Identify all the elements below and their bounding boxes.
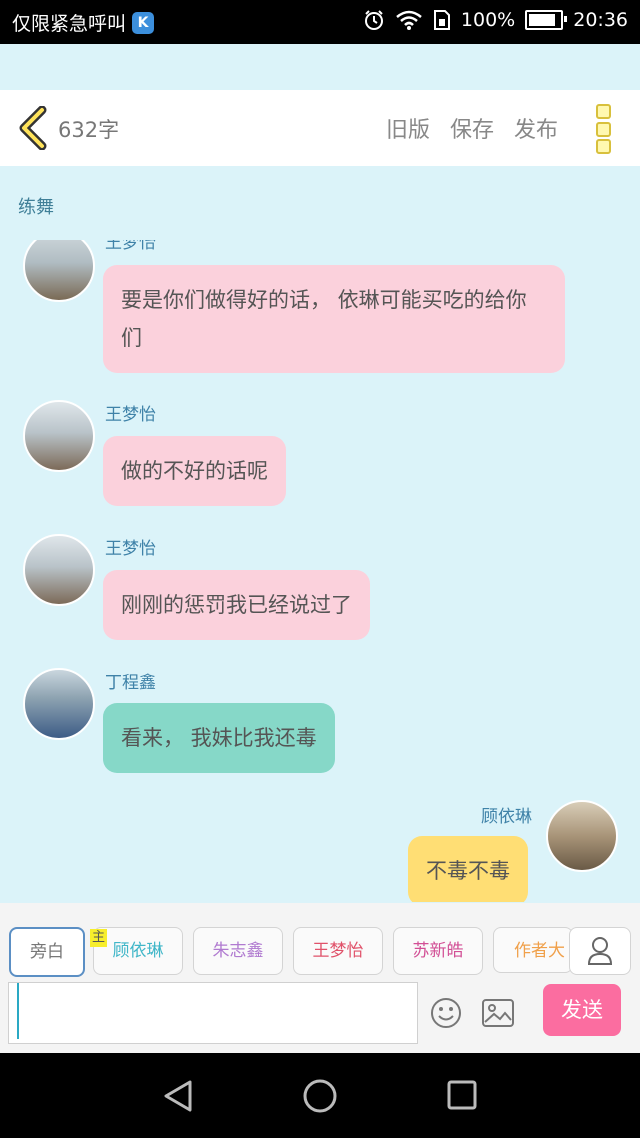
message-input-box[interactable] [8, 982, 418, 1044]
message-bubble[interactable]: 刚刚的惩罚我已经说过了 [103, 570, 370, 640]
emoji-icon[interactable] [429, 996, 463, 1030]
recents-icon[interactable] [446, 1079, 478, 1111]
battery-percent: 100% [460, 9, 516, 31]
more-menu-icon[interactable] [596, 104, 612, 154]
message-bubble[interactable]: 不毒不毒 [408, 836, 528, 902]
app-notification-icon: K [132, 11, 155, 34]
person-icon [587, 937, 613, 965]
speaker-name: 王梦怡 [105, 539, 156, 559]
avatar[interactable] [23, 240, 95, 302]
lead-tag: 主 [90, 929, 108, 947]
navigation-bar [0, 1053, 640, 1138]
chat-area[interactable]: 王梦怡 要是你们做得好的话， 依琳可能买吃的给你们 王梦怡 做的不好的话呢 王梦… [0, 240, 640, 902]
wifi-icon [396, 10, 422, 30]
role-button[interactable]: 苏新皓 [393, 927, 483, 975]
top-spacer [0, 44, 640, 90]
avatar[interactable] [23, 400, 95, 472]
save-button[interactable]: 保存 [450, 112, 494, 144]
status-bar: 仅限紧急呼叫 K 100% 20:36 [0, 0, 640, 44]
message-bubble[interactable]: 要是你们做得好的话， 依琳可能买吃的给你们 [103, 265, 565, 373]
battery-icon [525, 10, 568, 30]
back-icon[interactable] [160, 1078, 196, 1114]
speaker-name: 顾依琳 [481, 807, 532, 827]
carrier-text: 仅限紧急呼叫 [12, 13, 127, 35]
alarm-icon [364, 10, 383, 30]
speaker-name: 王梦怡 [105, 405, 156, 425]
avatar[interactable] [546, 800, 618, 872]
sim-icon [433, 10, 450, 30]
send-button[interactable]: 发送 [543, 984, 621, 1036]
input-bar: 发送 [0, 981, 640, 1053]
home-icon[interactable] [302, 1078, 338, 1114]
message-input[interactable] [17, 983, 413, 1039]
speaker-name: 王梦怡 [105, 240, 156, 253]
role-selector: 旁白 顾依琳 主 朱志鑫 王梦怡 苏新皓 作者大 [0, 903, 640, 981]
publish-button[interactable]: 发布 [514, 112, 558, 144]
chapter-title: 练舞 [18, 197, 54, 218]
clock: 20:36 [573, 9, 628, 31]
role-button[interactable]: 作者大 [493, 927, 573, 973]
back-arrow-icon[interactable] [16, 106, 50, 150]
word-count: 632字 [58, 118, 120, 142]
message-bubble[interactable]: 做的不好的话呢 [103, 436, 286, 506]
speaker-name: 丁程鑫 [105, 673, 156, 693]
old-version-button[interactable]: 旧版 [386, 112, 430, 144]
role-button[interactable]: 王梦怡 [293, 927, 383, 975]
image-icon[interactable] [481, 998, 515, 1028]
add-character-button[interactable] [569, 927, 631, 975]
avatar[interactable] [23, 534, 95, 606]
role-button[interactable]: 朱志鑫 [193, 927, 283, 975]
editor-toolbar: 632字 旧版 保存 发布 [0, 90, 640, 166]
narration-button[interactable]: 旁白 [9, 927, 85, 977]
avatar[interactable] [23, 668, 95, 740]
message-bubble[interactable]: 看来， 我妹比我还毒 [103, 703, 335, 773]
